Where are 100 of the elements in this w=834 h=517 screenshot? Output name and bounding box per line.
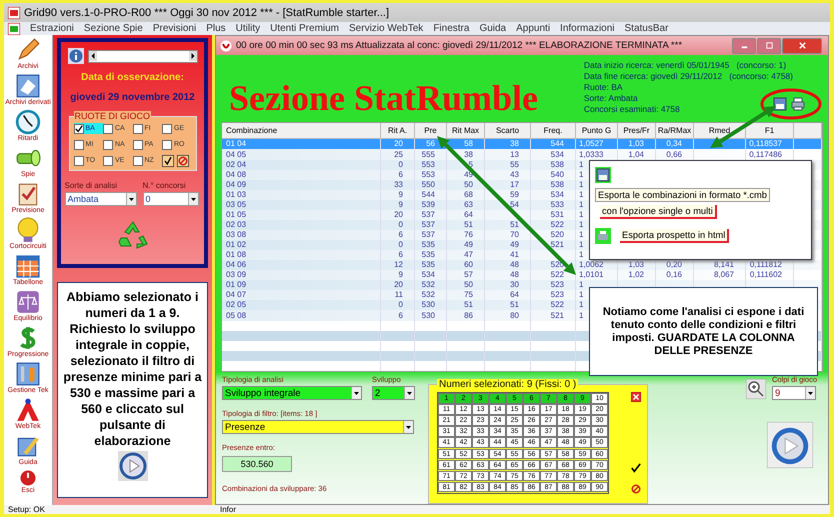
- table-cell: 537: [422, 220, 435, 230]
- table-cell: 38: [464, 150, 473, 160]
- maximize-button[interactable]: [757, 38, 781, 54]
- print-icon[interactable]: [791, 97, 805, 111]
- table-cell: 522: [550, 270, 564, 280]
- menu-item[interactable]: Utility: [236, 23, 260, 34]
- dropdown-arrow-icon[interactable]: [404, 387, 414, 399]
- save-icon[interactable]: [773, 97, 787, 111]
- play-button[interactable]: [767, 422, 813, 468]
- dropdown-arrow-icon[interactable]: [403, 421, 413, 433]
- power-icon[interactable]: [19, 469, 37, 487]
- table-cell: 04 07: [226, 290, 246, 300]
- play-icon[interactable]: [118, 451, 148, 481]
- table-cell: 57: [464, 270, 473, 280]
- table-cell: 1: [579, 180, 584, 190]
- window-title: 00 ore 00 min 00 sec 93 ms Attualizzata al conc: giovedì 29/11/2012 *** ELABORAZIONE TERMINATA ***: [236, 40, 682, 51]
- save-icon[interactable]: [595, 167, 611, 183]
- menu-item[interactable]: Previsioni: [152, 23, 196, 34]
- table-cell: 1: [579, 250, 584, 260]
- field-label: Sorte di analisi: [64, 181, 118, 190]
- table-cell: 54: [510, 200, 519, 210]
- analysis-dropdown[interactable]: Sviluppo integrale: [222, 386, 362, 400]
- table-row[interactable]: 04 05 25 555 38 13 534 1,0333 1,04 0,66 0,117486: [222, 149, 822, 160]
- scale-icon[interactable]: [14, 289, 41, 315]
- table-cell: 1: [579, 290, 584, 300]
- menu-item[interactable]: Utenti Premium: [270, 23, 340, 34]
- close-button[interactable]: [782, 38, 822, 54]
- table-cell: 1: [579, 160, 584, 170]
- clear-icon[interactable]: [631, 484, 641, 494]
- development-dropdown[interactable]: 2: [372, 386, 415, 400]
- date-scrollbar[interactable]: [88, 50, 198, 62]
- table-cell: 0,111602: [750, 270, 782, 280]
- table-cell: 6: [398, 250, 403, 260]
- checkmark-icon: [74, 124, 82, 132]
- check-icon[interactable]: [631, 463, 641, 473]
- table-cell: 48: [510, 260, 519, 270]
- table-cell: 64: [510, 290, 519, 300]
- table-cell: 1: [579, 310, 584, 320]
- table-cell: 38: [510, 139, 519, 150]
- search-info: Data inizio ricerca: venerdì 05/01/1945 (concorso: 1): [584, 60, 788, 71]
- close-icon: [798, 41, 806, 50]
- dropdown-arrow-icon[interactable]: [804, 387, 815, 399]
- highlight-ellipse: [759, 87, 823, 121]
- presence-range-field[interactable]: 530.560: [222, 456, 292, 472]
- triangle-icon[interactable]: [15, 397, 41, 423]
- table-cell: 553: [422, 160, 435, 170]
- table-cell: 1: [579, 280, 584, 290]
- menu-item[interactable]: Estrazioni: [30, 23, 74, 34]
- calendar-icon[interactable]: [15, 253, 41, 279]
- table-cell: 534: [422, 270, 435, 280]
- menu-item[interactable]: Informazioni: [560, 23, 615, 34]
- menu-item[interactable]: Appunti: [516, 23, 550, 34]
- table-cell: 64: [464, 210, 473, 220]
- table-cell: 8,141: [714, 260, 734, 270]
- menu-item[interactable]: Sezione Spie: [84, 23, 143, 34]
- dropdown-arrow-icon[interactable]: [351, 387, 361, 399]
- dropdown-arrow-icon[interactable]: [126, 193, 136, 205]
- table-row[interactable]: 03 09 9 534 57 48 522 1,0101 1,02 0,16 8,067 0,111602: [222, 270, 822, 280]
- menu-item[interactable]: Finestra: [433, 23, 470, 34]
- table-cell: 530: [422, 310, 435, 320]
- table-cell: 532: [422, 290, 435, 300]
- table-cell: 50: [464, 180, 473, 190]
- table-cell: 534: [550, 150, 564, 160]
- bulb-icon[interactable]: [14, 217, 41, 243]
- close-icon[interactable]: [631, 392, 641, 402]
- info-icon[interactable]: [68, 48, 84, 64]
- table-cell: 0: [398, 300, 403, 310]
- menu-item[interactable]: Servizio WebTek: [349, 23, 424, 34]
- scroll-left-icon[interactable]: [88, 50, 96, 60]
- dropdown-arrow-icon[interactable]: [188, 193, 198, 205]
- clear-icon[interactable]: [177, 155, 189, 167]
- search-info: Concorsi esaminati: 4758: [584, 104, 681, 115]
- table-cell: 13: [510, 150, 519, 160]
- status-text: Infor: [219, 505, 238, 514]
- sort-dropdown[interactable]: Ambata: [64, 192, 136, 206]
- table-cell: 11: [394, 290, 403, 300]
- tools-icon[interactable]: [14, 361, 41, 387]
- table-cell: 86: [464, 310, 473, 320]
- draws-dropdown[interactable]: 0: [142, 192, 198, 206]
- menu-item[interactable]: Guida: [479, 23, 506, 34]
- filter-dropdown[interactable]: Presenze: [222, 420, 414, 434]
- table-cell: 20: [394, 280, 403, 290]
- table-cell: 20: [394, 139, 403, 150]
- clock-icon[interactable]: [15, 109, 41, 135]
- moves-dropdown[interactable]: 9: [772, 386, 816, 400]
- table-cell: 9: [398, 270, 403, 280]
- menu-item[interactable]: StatusBar: [624, 23, 668, 34]
- search-info: Data fine ricerca: giovedì 29/11/2012 (concorso: 4758): [584, 71, 793, 82]
- table-cell: 51: [464, 300, 473, 310]
- book-icon[interactable]: [14, 73, 41, 99]
- scroll-right-icon[interactable]: [188, 50, 196, 60]
- table-cell: 60: [464, 260, 473, 270]
- table-cell: 70: [510, 230, 519, 240]
- check-all-icon[interactable]: [162, 155, 174, 167]
- table-cell: 49: [464, 240, 473, 250]
- table-cell: 535: [422, 260, 435, 270]
- menu-item[interactable]: Plus: [206, 23, 226, 34]
- table-cell: 1: [579, 220, 584, 230]
- zoom-in-icon[interactable]: [746, 379, 766, 399]
- table-cell: 59: [510, 190, 519, 200]
